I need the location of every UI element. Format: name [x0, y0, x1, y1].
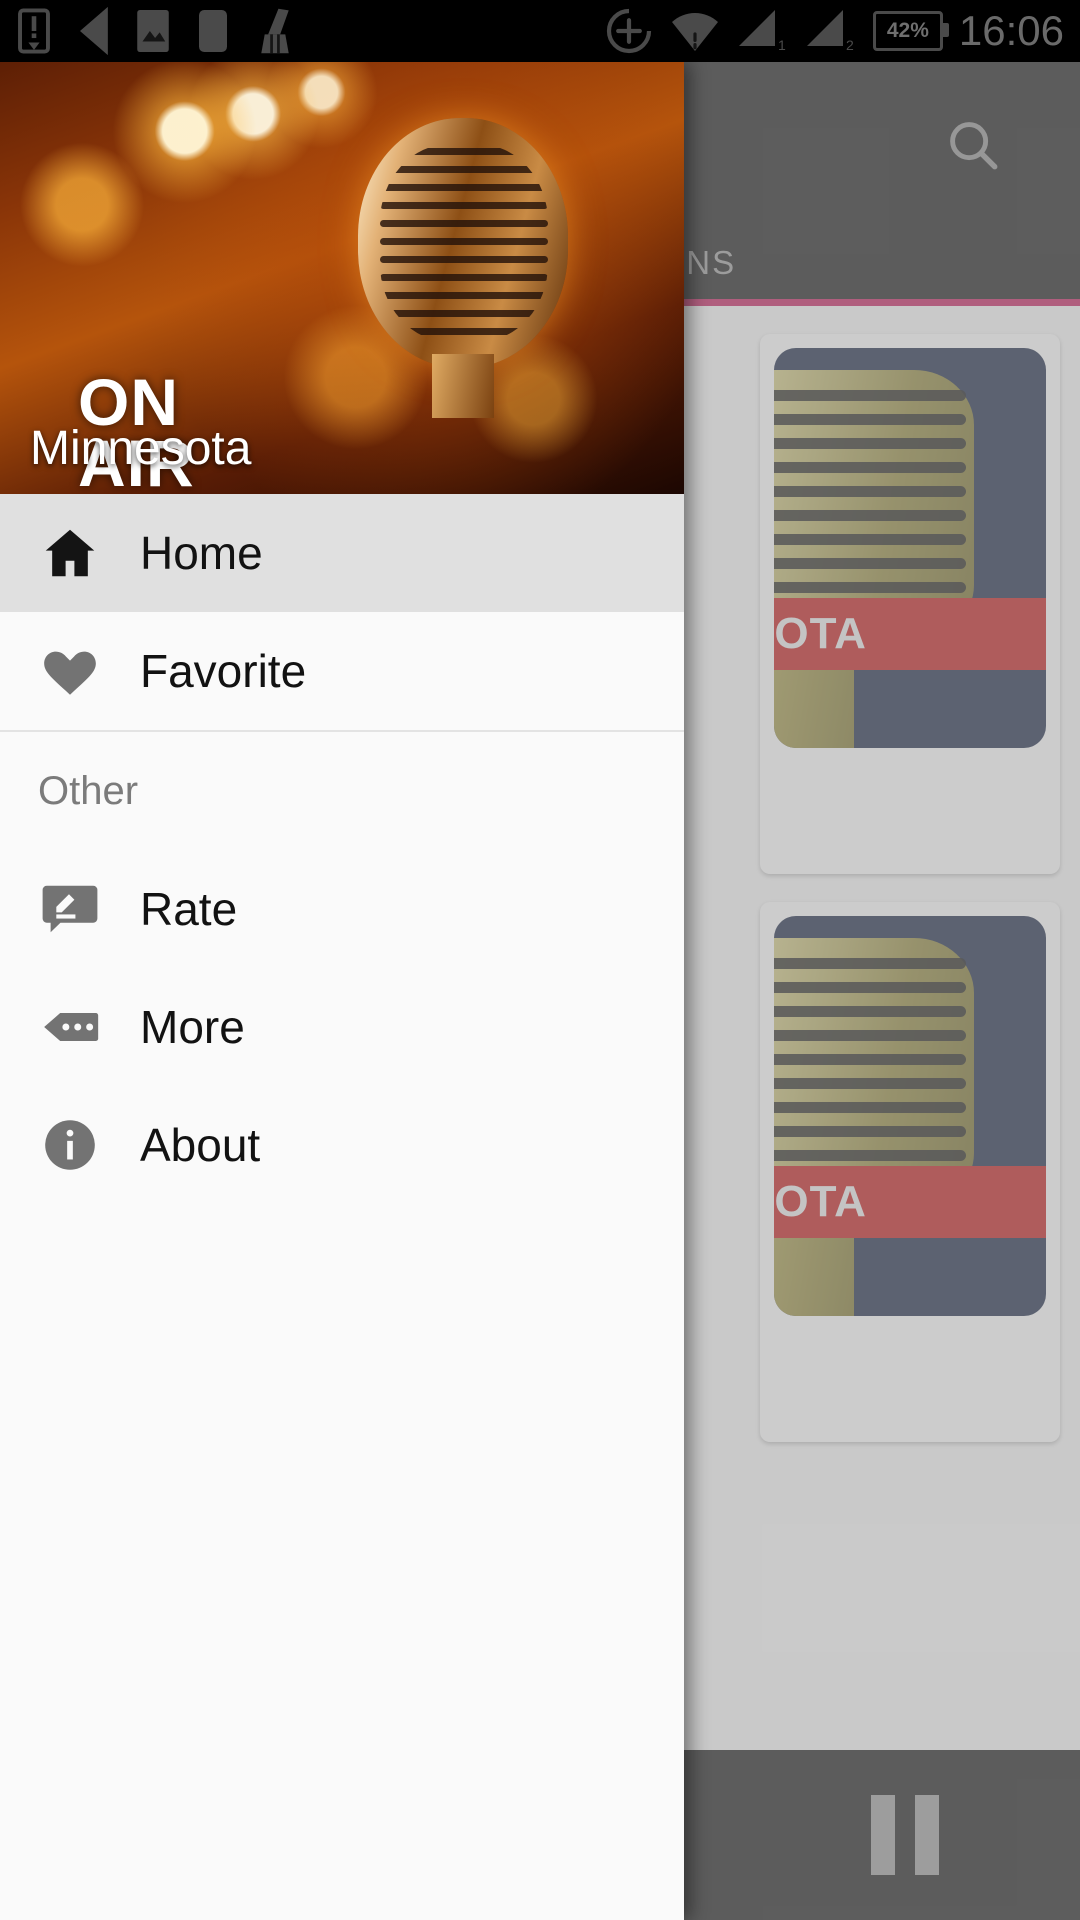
drawer-item-rate[interactable]: Rate — [0, 850, 684, 968]
search-icon[interactable] — [928, 100, 1018, 190]
drawer-item-favorite[interactable]: Favorite — [0, 612, 684, 730]
station-card[interactable]: SOTA loud — [760, 902, 1060, 1442]
drawer-header: ON AIR Minnesota — [0, 62, 684, 494]
microphone-photo-icon — [358, 118, 568, 418]
sim-alert-icon — [18, 8, 50, 54]
image-icon — [137, 10, 169, 52]
artwork-band-text: SOTA — [774, 609, 867, 658]
pause-icon[interactable] — [860, 1792, 950, 1878]
station-name: er Falls — [760, 764, 1040, 819]
station-name: loud — [760, 1332, 1040, 1387]
info-icon — [0, 1114, 140, 1176]
svg-text:1: 1 — [778, 37, 786, 53]
svg-text:2: 2 — [846, 37, 854, 53]
status-bar-right-icons: 1 2 42% 16:06 — [605, 0, 1064, 62]
battery-icon: 42% — [872, 11, 949, 51]
status-bar-left-icons — [14, 0, 298, 62]
microphone-grill — [774, 384, 966, 624]
app-icon — [199, 10, 227, 52]
wifi-icon — [671, 13, 718, 51]
drawer-section-label: Other — [38, 768, 139, 813]
signal-1-icon: 1 — [738, 10, 786, 53]
more-horiz-tag-icon — [0, 996, 140, 1058]
drawer-item-label: Rate — [140, 883, 238, 935]
drawer-item-label: More — [140, 1001, 245, 1053]
drawer-title: Minnesota — [30, 422, 252, 475]
artwork-band-text: SOTA — [774, 1177, 867, 1226]
artwork-band: SOTA — [774, 1166, 1046, 1238]
status-bar: 1 2 42% 16:06 — [0, 0, 1080, 62]
status-bar-clock: 16:06 — [958, 7, 1064, 54]
drawer-item-label: Home — [140, 527, 263, 579]
drawer-menu: Home Favorite Other Rate More About — [0, 494, 684, 1204]
heart-icon — [0, 640, 140, 702]
navigation-drawer: ON AIR Minnesota Home Favorite Other Rat… — [0, 62, 684, 1920]
station-artwork: SOTA — [774, 348, 1046, 748]
rate-review-icon — [0, 878, 140, 940]
broom-icon — [261, 8, 289, 54]
battery-percent: 42% — [886, 19, 929, 42]
artwork-band: SOTA — [774, 598, 1046, 670]
signal-2-icon: 2 — [806, 10, 854, 53]
drawer-item-label: About — [140, 1119, 261, 1171]
microphone-grill — [774, 952, 966, 1192]
station-artwork: SOTA — [774, 916, 1046, 1316]
drawer-item-about[interactable]: About — [0, 1086, 684, 1204]
station-card[interactable]: SOTA er Falls — [760, 334, 1060, 874]
add-circle-icon — [606, 8, 651, 54]
drawer-item-more[interactable]: More — [0, 968, 684, 1086]
drawer-item-home[interactable]: Home — [0, 494, 684, 612]
back-icon — [80, 6, 108, 56]
drawer-item-label: Favorite — [140, 645, 307, 697]
home-icon — [0, 522, 140, 584]
